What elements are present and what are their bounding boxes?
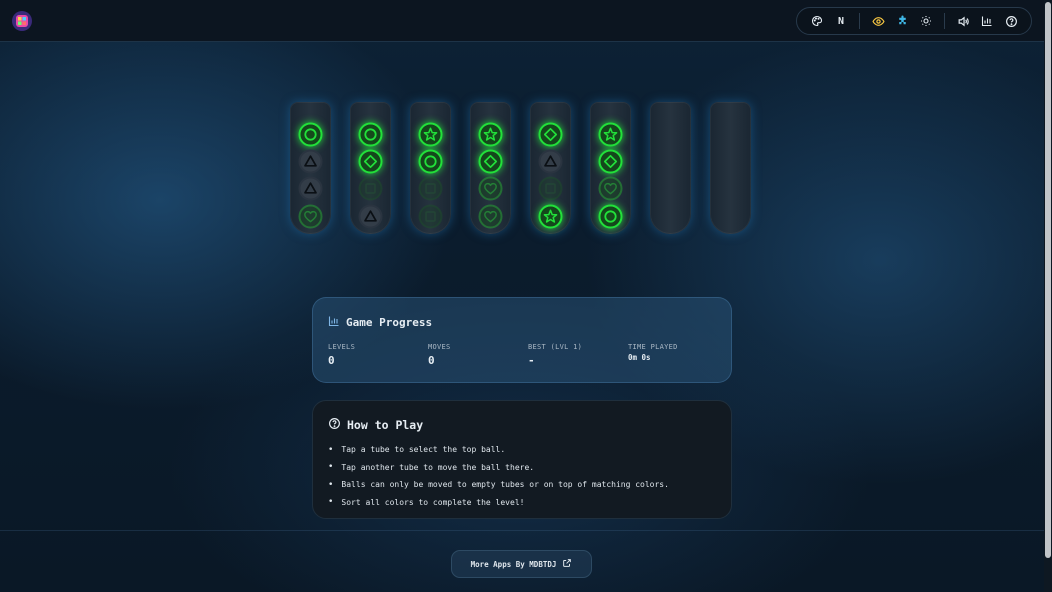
- stat-time-played: TIME PLAYED 0m 0s: [628, 343, 728, 367]
- tube[interactable]: [650, 102, 691, 234]
- palette-icon[interactable]: [805, 9, 829, 33]
- volume-icon[interactable]: [951, 9, 975, 33]
- ball-triangle: [298, 149, 323, 174]
- stat-value: 0: [428, 354, 435, 367]
- stat-value: -: [528, 354, 535, 367]
- tube[interactable]: [290, 102, 331, 234]
- ball-diamond: [598, 149, 623, 174]
- puzzle-logo-icon[interactable]: [11, 10, 33, 32]
- ball-star: [478, 122, 503, 147]
- tube[interactable]: [710, 102, 751, 234]
- ball-diamond: [358, 149, 383, 174]
- tube[interactable]: [590, 102, 631, 234]
- tube[interactable]: [350, 102, 391, 234]
- howto-title: How to Play: [328, 417, 423, 433]
- bar-chart-icon[interactable]: [975, 9, 999, 33]
- list-item: Tap another tube to move the ball there.: [328, 459, 669, 477]
- ball-heart: [298, 204, 323, 229]
- list-item: Sort all colors to complete the level!: [328, 494, 669, 512]
- toolbar-divider: [859, 13, 860, 29]
- stats-row: LEVELS 0 MOVES 0 BEST (LVL 1) - TIME PLA…: [328, 343, 728, 367]
- stat-label: TIME PLAYED: [628, 343, 678, 351]
- ball-circle: [358, 122, 383, 147]
- stat-value: 0: [328, 354, 335, 367]
- external-link-icon: [562, 558, 572, 570]
- more-apps-button[interactable]: More Apps By MDBTDJ: [451, 550, 592, 578]
- tube[interactable]: [410, 102, 451, 234]
- ball-circle: [598, 204, 623, 229]
- ball-square: [538, 176, 563, 201]
- stat-levels: LEVELS 0: [328, 343, 428, 367]
- ball-triangle: [358, 204, 383, 229]
- ball-circle: [298, 122, 323, 147]
- stat-label: MOVES: [428, 343, 451, 351]
- ball-diamond: [478, 149, 503, 174]
- progress-title: Game Progress: [328, 315, 432, 330]
- game-progress-panel: Game Progress LEVELS 0 MOVES 0 BEST (LVL…: [312, 297, 732, 383]
- tube[interactable]: [530, 102, 571, 234]
- footer-divider: [0, 530, 1044, 531]
- tubes-area: [290, 102, 751, 234]
- ball-heart: [478, 176, 503, 201]
- how-to-play-panel: How to Play Tap a tube to select the top…: [312, 400, 732, 519]
- tube[interactable]: [470, 102, 511, 234]
- howto-title-text: How to Play: [347, 418, 424, 432]
- ball-triangle: [298, 176, 323, 201]
- ball-heart: [598, 176, 623, 201]
- ball-circle: [418, 149, 443, 174]
- eye-icon[interactable]: [866, 9, 890, 33]
- sun-icon[interactable]: [914, 9, 938, 33]
- list-item: Balls can only be moved to empty tubes o…: [328, 476, 669, 494]
- ball-triangle: [538, 149, 563, 174]
- toolbar-divider: [944, 13, 945, 29]
- help-circle-icon: [328, 417, 341, 433]
- stat-best: BEST (LVL 1) -: [528, 343, 628, 367]
- stat-moves: MOVES 0: [428, 343, 528, 367]
- stat-value: 0m 0s: [628, 353, 651, 362]
- top-bar: N: [0, 0, 1044, 42]
- ball-star: [538, 204, 563, 229]
- progress-title-text: Game Progress: [346, 316, 433, 329]
- stat-label: LEVELS: [328, 343, 356, 351]
- ball-star: [598, 122, 623, 147]
- ball-heart: [478, 204, 503, 229]
- ball-diamond: [538, 122, 563, 147]
- scrollbar-thumb[interactable]: [1045, 2, 1051, 558]
- list-item: Tap a tube to select the top ball.: [328, 441, 669, 459]
- ball-square: [418, 176, 443, 201]
- bar-chart-icon: [328, 315, 340, 330]
- scrollbar[interactable]: [1044, 0, 1052, 592]
- help-circle-icon[interactable]: [999, 9, 1023, 33]
- more-apps-label: More Apps By MDBTDJ: [470, 559, 557, 569]
- howto-steps: Tap a tube to select the top ball. Tap a…: [328, 441, 669, 511]
- ball-star: [418, 122, 443, 147]
- mode-button[interactable]: N: [829, 9, 853, 33]
- toolbar: N: [796, 7, 1032, 35]
- stat-label: BEST (LVL 1): [528, 343, 583, 351]
- puzzle-piece-icon[interactable]: [890, 9, 914, 33]
- ball-square: [358, 176, 383, 201]
- ball-square: [418, 204, 443, 229]
